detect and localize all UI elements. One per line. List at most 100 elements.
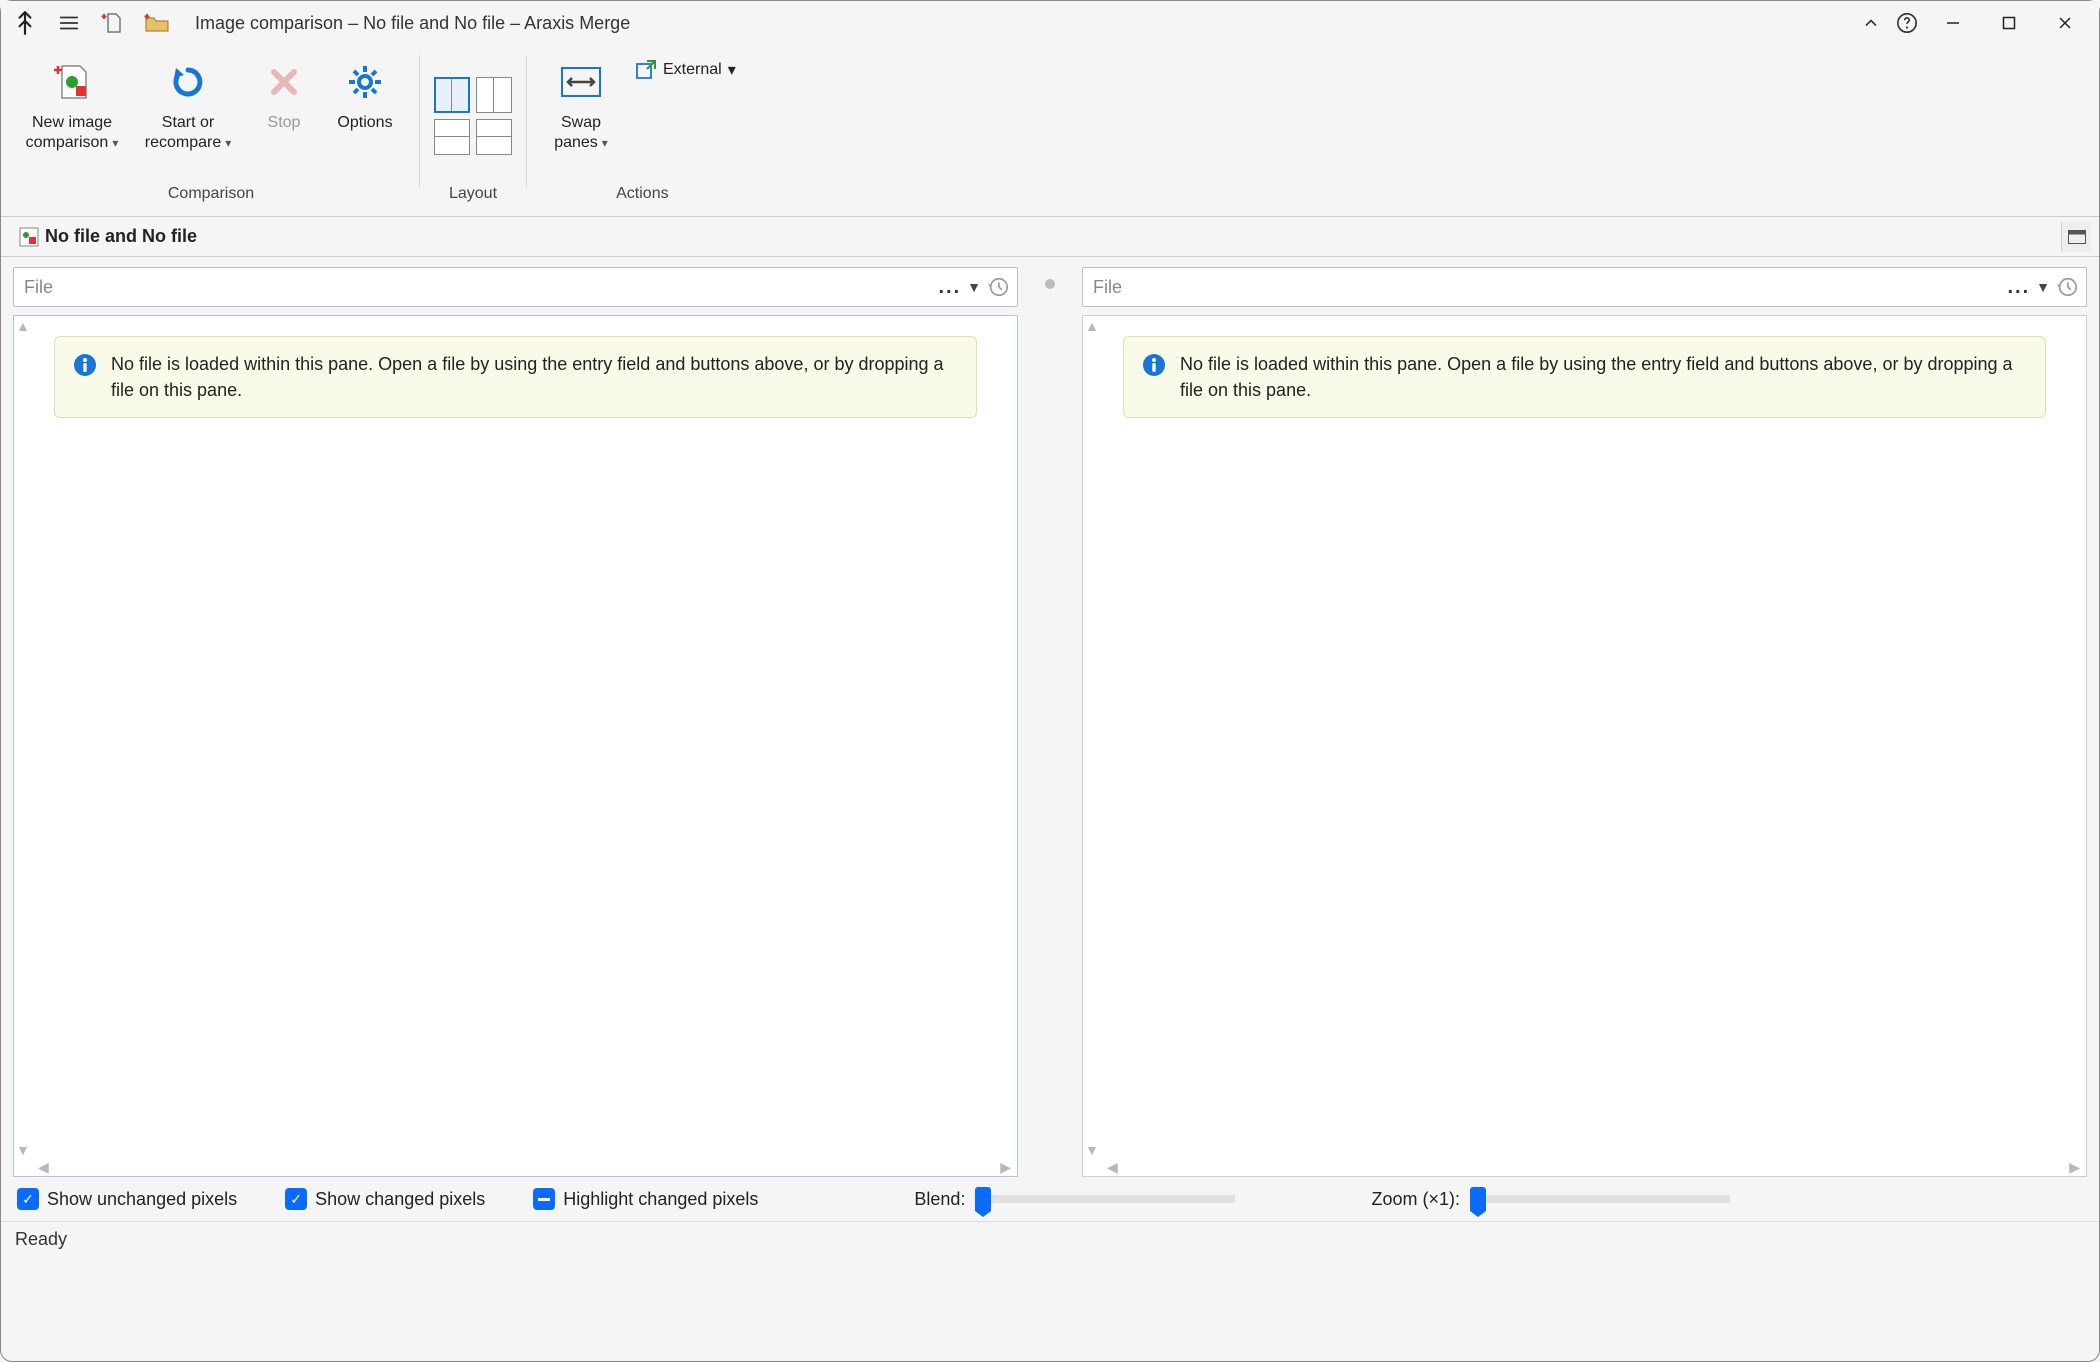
show-changed-pixels-label: Show changed pixels: [315, 1189, 485, 1210]
right-pane-column: ... ▼ ▲ No file is loaded within this pa…: [1082, 267, 2087, 1177]
new-folder-comparison-icon[interactable]: [139, 5, 175, 41]
right-file-input[interactable]: [1083, 277, 2007, 298]
layout-two-horizontal-alt-button[interactable]: [476, 119, 512, 155]
right-file-dropdown-button[interactable]: ▼: [2036, 279, 2050, 295]
help-icon[interactable]: [1889, 5, 1925, 41]
external-icon: [635, 59, 657, 81]
ribbon-group-label-comparison: Comparison: [168, 181, 254, 211]
pane-gutter[interactable]: [1030, 267, 1070, 1177]
layout-selector: [434, 77, 512, 155]
scroll-down-icon[interactable]: ▼: [16, 1142, 30, 1158]
show-unchanged-pixels-checkbox[interactable]: ✓ Show unchanged pixels: [17, 1188, 237, 1210]
ribbon-divider: [419, 55, 420, 188]
gear-icon: [345, 57, 385, 107]
right-info-callout: No file is loaded within this pane. Open…: [1123, 336, 2046, 418]
maximize-button[interactable]: [1981, 3, 2037, 43]
slider-thumb-icon: [975, 1187, 991, 1211]
swap-panes-button[interactable]: Swap panes▾: [541, 51, 621, 159]
left-file-input[interactable]: [14, 277, 938, 298]
tab-layout-button[interactable]: [2061, 222, 2091, 252]
left-file-more-button[interactable]: ...: [938, 276, 961, 299]
stop-icon: [266, 57, 302, 107]
scroll-up-icon[interactable]: ▲: [1085, 318, 1099, 334]
status-text: Ready: [15, 1229, 67, 1250]
ribbon-collapse-icon[interactable]: [1853, 5, 1889, 41]
layout-two-vertical-button[interactable]: [434, 77, 470, 113]
stop-button[interactable]: Stop: [249, 51, 319, 139]
right-file-input-row: ... ▼: [1082, 267, 2087, 307]
scroll-right-icon[interactable]: ▶: [2069, 1159, 2080, 1176]
ribbon-group-comparison: New image comparison▾ Start or recompare…: [7, 51, 415, 216]
hamburger-menu-button[interactable]: [51, 5, 87, 41]
show-changed-pixels-checkbox[interactable]: ✓ Show changed pixels: [285, 1188, 485, 1210]
status-bar: Ready: [1, 1221, 2099, 1257]
new-image-comparison-button[interactable]: New image comparison▾: [17, 51, 127, 159]
zoom-slider[interactable]: [1470, 1195, 1730, 1203]
gutter-dot-icon: [1045, 279, 1055, 289]
checkbox-indeterminate-icon: [533, 1188, 555, 1210]
tab-bar: No file and No file: [1, 217, 2099, 257]
right-file-history-icon[interactable]: [2056, 276, 2078, 298]
ribbon-group-layout: Layout: [424, 51, 522, 216]
image-comparison-tab-icon: [19, 227, 39, 247]
zoom-slider-group: Zoom (×1):: [1371, 1189, 1730, 1210]
start-or-recompare-label: Start or recompare: [145, 114, 221, 151]
main-area: ... ▼ ▲ No file is loaded within this pa…: [1, 257, 2099, 1177]
right-file-more-button[interactable]: ...: [2007, 276, 2030, 299]
comparison-tab-label: No file and No file: [45, 226, 197, 247]
left-file-dropdown-button[interactable]: ▼: [967, 279, 981, 295]
new-image-comparison-label: New image comparison: [26, 114, 112, 151]
left-file-input-row: ... ▼: [13, 267, 1018, 307]
blend-slider[interactable]: [975, 1195, 1235, 1203]
slider-thumb-icon: [1470, 1187, 1486, 1211]
blend-label: Blend:: [914, 1189, 965, 1210]
left-info-callout: No file is loaded within this pane. Open…: [54, 336, 977, 418]
external-label: External: [663, 61, 722, 79]
highlight-changed-pixels-label: Highlight changed pixels: [563, 1189, 758, 1210]
left-info-message: No file is loaded within this pane. Open…: [111, 351, 958, 403]
show-unchanged-pixels-label: Show unchanged pixels: [47, 1189, 237, 1210]
ribbon-divider: [526, 55, 527, 188]
title-bar-left: [7, 5, 175, 41]
app-logo-icon: [7, 5, 43, 41]
new-image-comparison-icon: [50, 57, 94, 107]
right-info-message: No file is loaded within this pane. Open…: [1180, 351, 2027, 403]
ribbon-group-label-actions: Actions: [616, 181, 668, 211]
new-file-comparison-icon[interactable]: [95, 5, 131, 41]
minimize-button[interactable]: [1925, 3, 1981, 43]
left-pane[interactable]: ▲ No file is loaded within this pane. Op…: [13, 315, 1018, 1177]
swap-panes-label: Swap panes: [554, 114, 601, 151]
ribbon-group-label-layout: Layout: [449, 181, 497, 211]
blend-slider-group: Blend:: [914, 1189, 1235, 1210]
window-controls: [1925, 3, 2093, 43]
scroll-right-icon[interactable]: ▶: [1000, 1159, 1011, 1176]
window-title: Image comparison – No file and No file –…: [195, 13, 630, 34]
options-bar: ✓ Show unchanged pixels ✓ Show changed p…: [1, 1177, 2099, 1221]
layout-two-horizontal-button[interactable]: [434, 119, 470, 155]
scroll-down-icon[interactable]: ▼: [1085, 1142, 1099, 1158]
stop-label: Stop: [268, 113, 301, 133]
title-bar: Image comparison – No file and No file –…: [1, 1, 2099, 45]
left-pane-column: ... ▼ ▲ No file is loaded within this pa…: [13, 267, 1018, 1177]
left-file-history-icon[interactable]: [987, 276, 1009, 298]
info-icon: [1142, 351, 1166, 377]
info-icon: [73, 351, 97, 377]
options-button[interactable]: Options: [325, 51, 405, 139]
ribbon: New image comparison▾ Start or recompare…: [1, 45, 2099, 217]
scroll-up-icon[interactable]: ▲: [16, 318, 30, 334]
close-button[interactable]: [2037, 3, 2093, 43]
right-pane[interactable]: ▲ No file is loaded within this pane. Op…: [1082, 315, 2087, 1177]
options-label: Options: [337, 113, 392, 133]
checkbox-checked-icon: ✓: [285, 1188, 307, 1210]
scroll-left-icon[interactable]: ◀: [38, 1159, 49, 1176]
external-button[interactable]: External ▾: [627, 55, 744, 85]
chevron-down-icon: ▾: [728, 60, 736, 80]
comparison-tab[interactable]: No file and No file: [9, 220, 207, 253]
scroll-left-icon[interactable]: ◀: [1107, 1159, 1118, 1176]
checkbox-checked-icon: ✓: [17, 1188, 39, 1210]
highlight-changed-pixels-checkbox[interactable]: Highlight changed pixels: [533, 1188, 758, 1210]
swap-icon: [558, 57, 604, 107]
recompare-icon: [168, 57, 208, 107]
layout-two-vertical-alt-button[interactable]: [476, 77, 512, 113]
start-or-recompare-button[interactable]: Start or recompare▾: [133, 51, 243, 159]
